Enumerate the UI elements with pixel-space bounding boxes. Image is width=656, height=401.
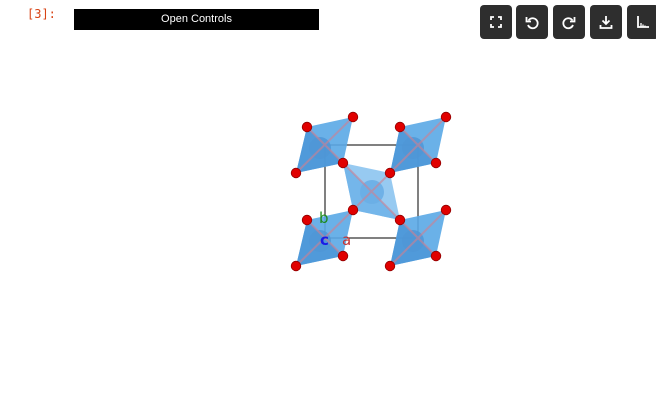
fullscreen-button[interactable]: [480, 5, 512, 39]
axis-label-b: b: [319, 209, 329, 227]
axes-icon: [637, 16, 649, 28]
fullscreen-icon: [490, 16, 502, 28]
atom: [384, 260, 396, 272]
axis-label-a: a: [342, 231, 351, 249]
atom: [347, 204, 359, 216]
undo-button[interactable]: [516, 5, 548, 39]
redo-icon: [562, 17, 576, 30]
bonds: [295, 116, 447, 267]
atom: [347, 111, 359, 123]
download-button[interactable]: [590, 5, 622, 39]
atom: [440, 111, 452, 123]
crystal-structure-scene: b c a: [290, 111, 452, 272]
atom: [384, 167, 396, 179]
atom: [440, 204, 452, 216]
atom: [337, 157, 349, 169]
atom: [394, 214, 406, 226]
axis-label-c: c: [320, 231, 329, 249]
notebook-output-cell: [3]: Open Controls b c a: [0, 0, 656, 401]
atom: [290, 167, 302, 179]
redo-button[interactable]: [553, 5, 585, 39]
atom: [301, 121, 313, 133]
download-icon: [599, 16, 613, 29]
atom: [301, 214, 313, 226]
open-controls-button[interactable]: Open Controls: [74, 9, 319, 30]
undo-icon: [525, 17, 539, 30]
axes-button[interactable]: [627, 5, 656, 39]
structure-viewer-canvas[interactable]: b c a: [0, 40, 656, 401]
atom: [394, 121, 406, 133]
cell-prompt: [3]:: [27, 7, 56, 21]
atom: [430, 250, 442, 262]
atom: [430, 157, 442, 169]
atom: [337, 250, 349, 262]
atom: [290, 260, 302, 272]
